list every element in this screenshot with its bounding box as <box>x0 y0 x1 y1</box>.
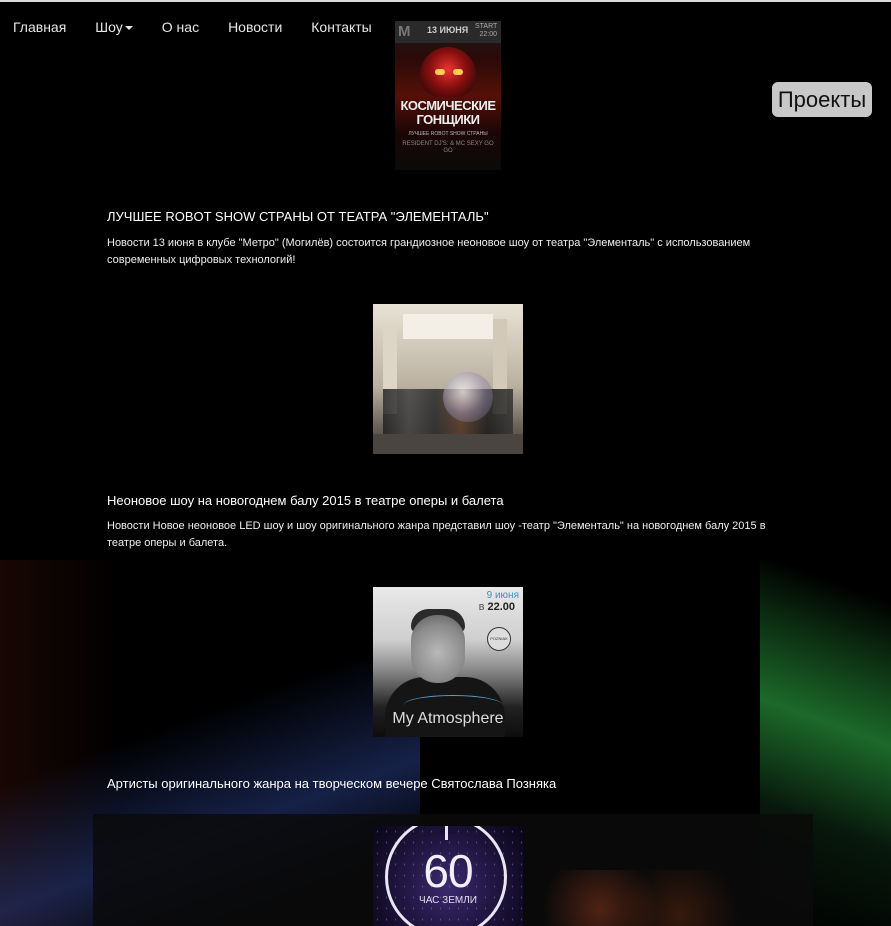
nav-home[interactable]: Главная <box>13 17 66 39</box>
news-image-new-year-ball[interactable] <box>373 304 523 454</box>
robot-mask-image <box>420 47 476 97</box>
mask-eye <box>435 69 445 75</box>
poster-title: КОСМИЧЕСКИЕ ГОНЩИКИ <box>400 98 496 127</box>
floor <box>373 434 523 454</box>
article-title[interactable]: Артисты оригинального жанра на творческо… <box>107 776 556 791</box>
article-desc: Новости Новое неоновое LED шоу и шоу ори… <box>107 520 766 549</box>
news-image-my-atmosphere[interactable]: 9 июня в 22.00 POZNIAK My Atmosphere <box>373 587 523 737</box>
background-crowd-lights <box>540 870 740 926</box>
nav-show-label: Шоу <box>95 19 123 35</box>
earth-hour-number: 60 <box>423 845 473 897</box>
nav-show[interactable]: Шоу <box>95 17 133 39</box>
poster-start: START 22:00 <box>475 23 498 38</box>
main-nav: Главная Шоу О нас Новости Контакты <box>0 17 388 39</box>
caret-down-icon <box>124 26 133 31</box>
article-title[interactable]: Неоновое шоу на новогоднем балу 2015 в т… <box>107 493 504 508</box>
poster-title: My Atmosphere <box>392 710 504 727</box>
projects-button[interactable]: Проекты <box>772 82 872 117</box>
time-prefix: в <box>478 601 485 613</box>
news-image-kosmicheskie-gonshchiki[interactable]: M 13 ИЮНЯ START 22:00 КОСМИЧЕСКИЕ ГОНЩИК… <box>395 21 501 170</box>
nav-about[interactable]: О нас <box>162 17 199 39</box>
nav-news[interactable]: Новости <box>228 17 282 39</box>
poster-location: RESIDENT DJ'S: & MC SEXY GO GO <box>402 141 494 154</box>
glowing-sphere <box>443 372 493 422</box>
poster-date: 13 ИЮНЯ <box>427 25 469 35</box>
mask-eye <box>453 69 463 75</box>
news-image-earth-hour[interactable]: 60 ЧАС ЗЕМЛИ <box>373 826 523 926</box>
time-value: 22.00 <box>487 601 515 613</box>
pozniak-logo: POZNIAK <box>487 627 511 651</box>
earth-hour-caption: ЧАС ЗЕМЛИ <box>419 895 477 906</box>
nav-contacts[interactable]: Контакты <box>311 17 371 39</box>
poster-date: 9 июня <box>486 590 519 601</box>
power-tick <box>445 826 448 840</box>
ceiling-lights <box>403 314 493 339</box>
poster-time: в 22.00 <box>469 601 515 613</box>
metro-logo: M <box>398 23 411 40</box>
poster-subtitle: ЛУЧШЕЕ ROBOT SHOW СТРАНЫ <box>408 131 488 137</box>
article-desc: Новости 13 июня в клубе "Метро" (Могилёв… <box>107 237 751 266</box>
top-border <box>0 0 891 2</box>
portrait-face <box>411 615 465 683</box>
article-title[interactable]: ЛУЧШЕЕ ROBOT SHOW СТРАНЫ ОТ ТЕАТРА "ЭЛЕМ… <box>107 209 489 224</box>
